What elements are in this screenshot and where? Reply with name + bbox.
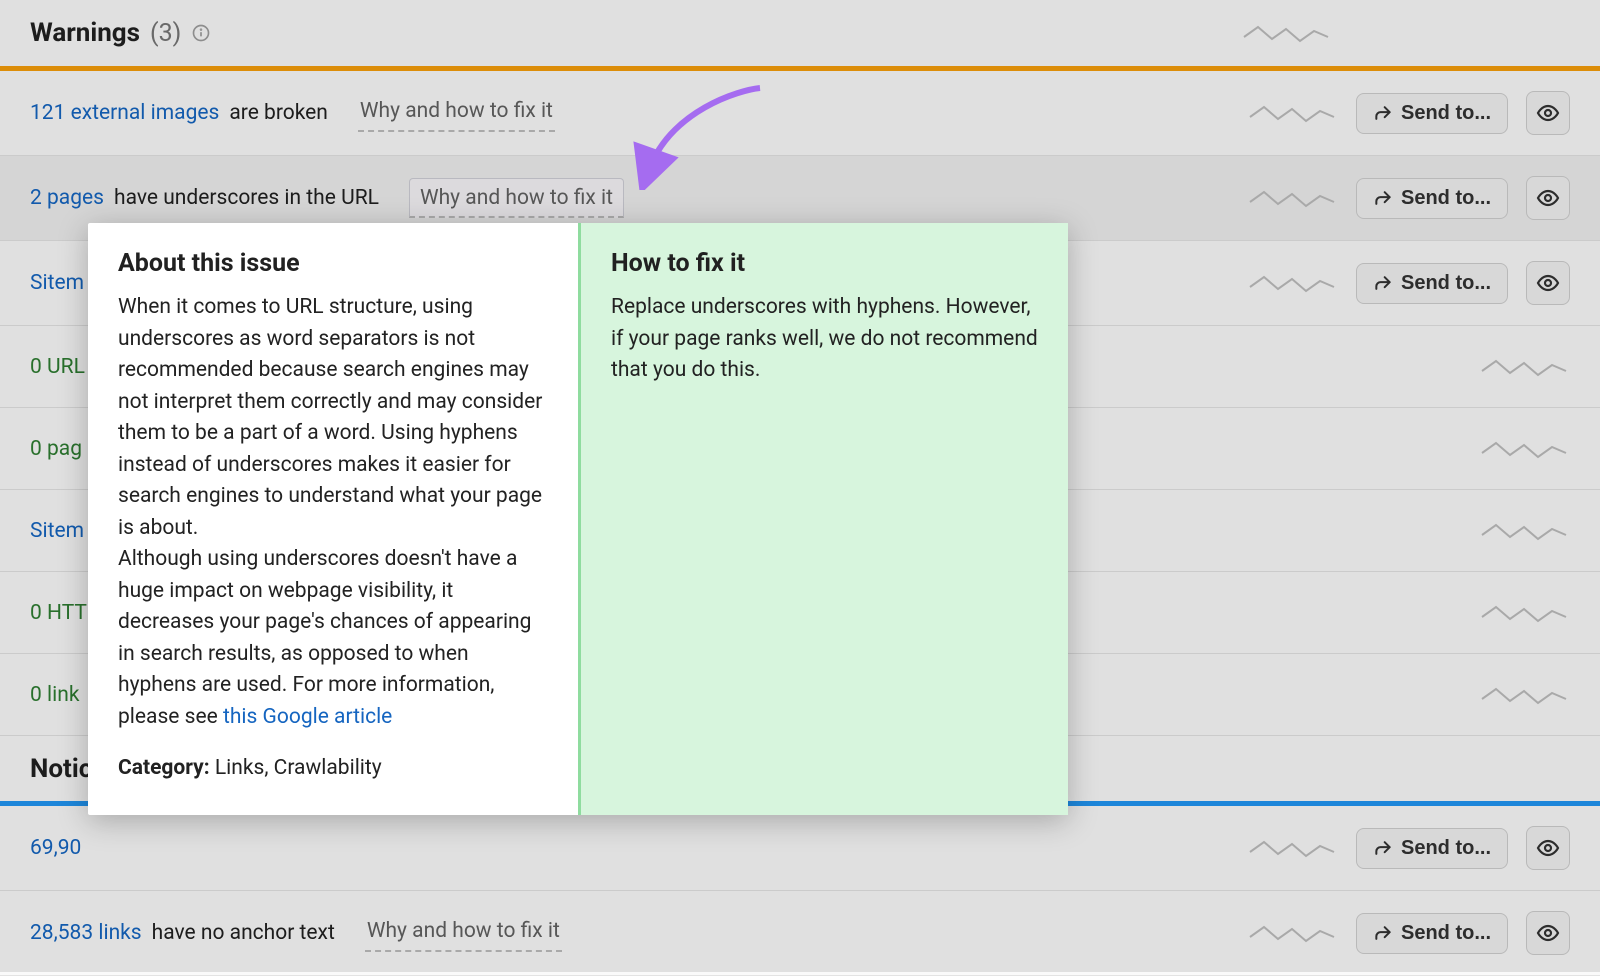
share-icon [1373,103,1393,123]
send-to-button[interactable]: Send to... [1356,93,1508,134]
issue-category: Category: Links, Crawlability [118,753,548,785]
how-to-fix-body: Replace underscores with hyphens. Howeve… [611,292,1038,387]
issue-description: 0 HTT [30,601,87,625]
issue-count-link[interactable]: Sitem [30,519,84,543]
issue-count-link: 0 URL [30,355,85,379]
issue-description: 0 pag [30,437,82,461]
issue-description-text: have underscores in the URL [114,186,379,210]
send-to-label: Send to... [1401,922,1491,945]
eye-icon [1536,271,1560,295]
send-to-label: Send to... [1401,272,1491,295]
issue-count-link[interactable]: 2 pages [30,186,104,210]
warnings-title: Warnings [30,18,140,48]
sparkline-icon [1480,599,1570,627]
issue-description-text: have no anchor text [152,921,335,945]
issue-description: Sitem [30,271,84,295]
issue-count-link: 0 HTT [30,601,87,625]
view-button[interactable] [1526,826,1570,870]
sparkline-icon [1480,517,1570,545]
info-icon[interactable] [191,23,211,43]
why-and-how-link[interactable]: Why and how to fix it [358,94,555,131]
sparkline-icon [1248,184,1338,212]
row-actions: Send to... [1248,826,1570,870]
row-actions: Send to... [1248,176,1570,220]
issue-count-link: 0 pag [30,437,82,461]
how-to-fix-panel: How to fix it Replace underscores with h… [578,223,1068,815]
issue-help-popover: About this issue When it comes to URL st… [88,223,1068,815]
share-icon [1373,923,1393,943]
row-actions [1480,681,1570,709]
view-button[interactable] [1526,911,1570,955]
sparkline-icon [1480,681,1570,709]
send-to-button[interactable]: Send to... [1356,828,1508,869]
rows-row: 121 external images are broken Why and ho… [0,71,1600,156]
issue-description: Sitem [30,519,84,543]
send-to-button[interactable]: Send to... [1356,913,1508,954]
issue-count-link[interactable]: 28,583 links [30,921,142,945]
notice_rows-row: 28,583 links have no anchor text Why and … [0,891,1600,976]
row-actions: Send to... [1248,261,1570,305]
share-icon [1373,838,1393,858]
row-actions [1480,599,1570,627]
sparkline-icon [1480,435,1570,463]
issue-description: 2 pages have underscores in the URL [30,186,379,210]
about-issue-panel: About this issue When it comes to URL st… [88,223,578,815]
why-and-how-link[interactable]: Why and how to fix it [365,914,562,951]
send-to-button[interactable]: Send to... [1356,178,1508,219]
sparkline-icon [1248,834,1338,862]
send-to-label: Send to... [1401,102,1491,125]
eye-icon [1536,186,1560,210]
issue-description-text: are broken [229,101,328,125]
issue-description: 28,583 links have no anchor text [30,921,335,945]
issue-count-link[interactable]: 121 external images [30,101,219,125]
google-article-link[interactable]: this Google article [223,705,392,729]
sparkline-icon [1248,99,1338,127]
how-to-fix-title: How to fix it [611,249,1038,278]
issue-description: 0 URL [30,355,85,379]
share-icon [1373,188,1393,208]
row-actions [1480,435,1570,463]
eye-icon [1536,836,1560,860]
warnings-count: (3) [150,19,181,48]
issue-count-link[interactable]: 69,90 [30,836,81,860]
send-to-button[interactable]: Send to... [1356,263,1508,304]
sparkline-icon [1248,919,1338,947]
warnings-header: Warnings (3) [0,0,1600,66]
issue-description: 69,90 [30,836,81,860]
row-actions [1480,517,1570,545]
issue-description: 0 link [30,683,79,707]
notice_rows-row: 69,90 Send to... [0,806,1600,891]
send-to-label: Send to... [1401,187,1491,210]
share-icon [1373,273,1393,293]
sparkline-icon [1480,353,1570,381]
view-button[interactable] [1526,261,1570,305]
view-button[interactable] [1526,176,1570,220]
row-actions [1480,353,1570,381]
sparkline-icon [1242,19,1332,47]
why-and-how-link[interactable]: Why and how to fix it [409,178,624,218]
issue-count-link: 0 link [30,683,79,707]
row-actions: Send to... [1248,91,1570,135]
about-issue-title: About this issue [118,249,548,278]
issue-description: 121 external images are broken [30,101,328,125]
view-button[interactable] [1526,91,1570,135]
eye-icon [1536,921,1560,945]
sparkline-icon [1248,269,1338,297]
eye-icon [1536,101,1560,125]
send-to-label: Send to... [1401,837,1491,860]
about-issue-body: When it comes to URL structure, using un… [118,292,548,733]
issue-count-link[interactable]: Sitem [30,271,84,295]
row-actions: Send to... [1248,911,1570,955]
